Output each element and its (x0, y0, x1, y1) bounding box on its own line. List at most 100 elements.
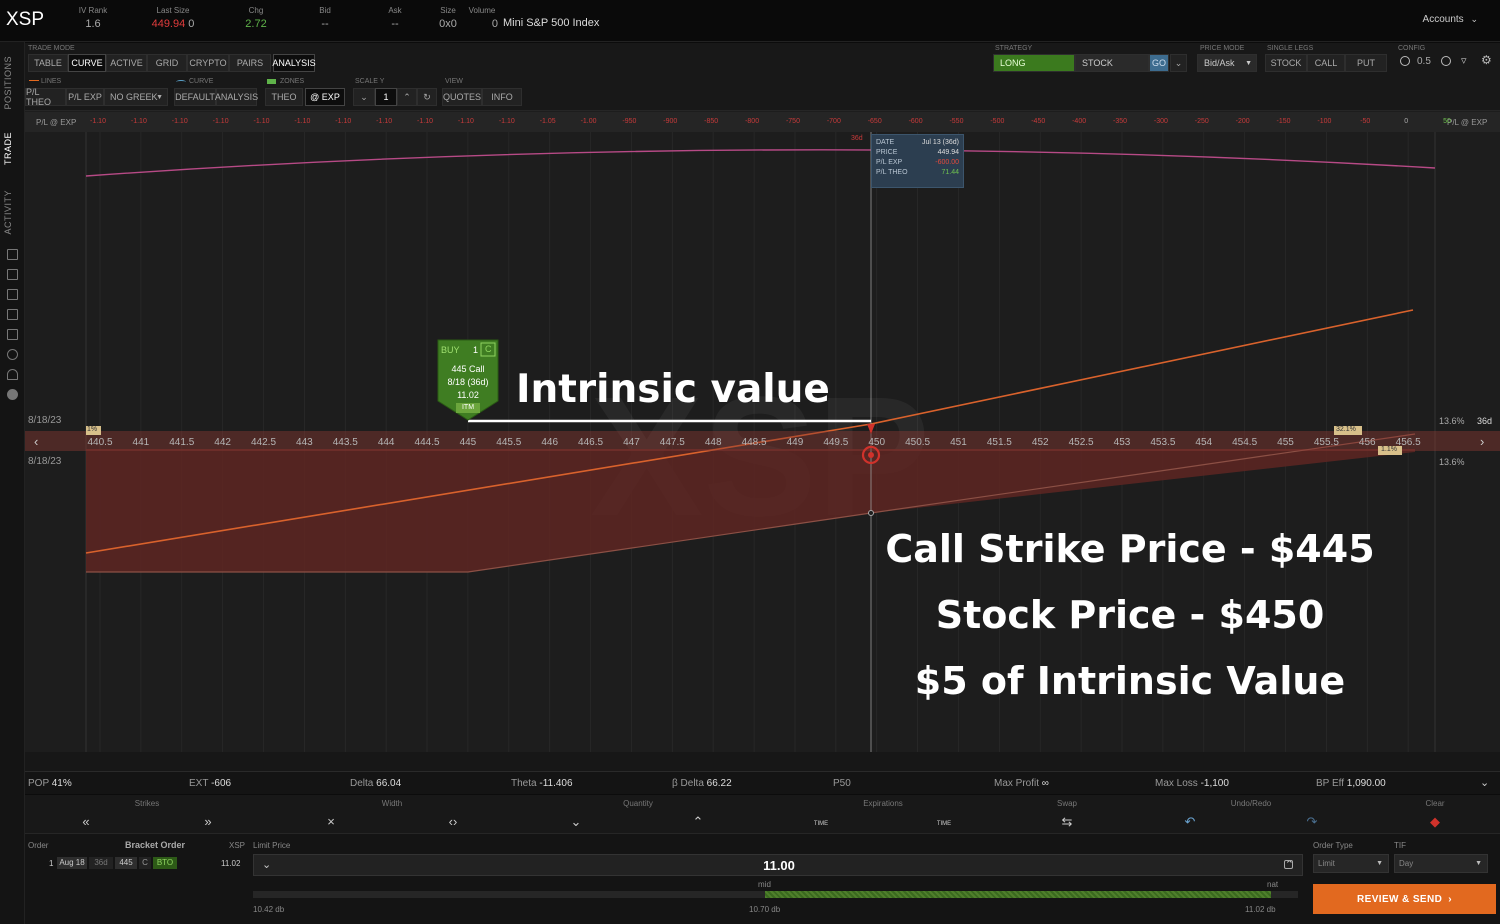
strike-label[interactable]: 451.5 (987, 437, 1012, 448)
order-type-select[interactable]: Limit ▼ (1313, 854, 1389, 873)
strike-label[interactable]: 456.5 (1396, 437, 1421, 448)
stat-value: 41% (51, 778, 72, 789)
strike-label[interactable]: 444 (378, 437, 395, 448)
strike-label[interactable]: 442 (214, 437, 231, 448)
strike-label[interactable]: 440.5 (87, 437, 112, 448)
strike-label[interactable]: 448 (705, 437, 722, 448)
price-high-db: 11.02 db (1245, 905, 1276, 914)
price-low-db: 10.42 db (253, 905, 285, 914)
strike-label[interactable]: 449.5 (823, 437, 848, 448)
control-swap-label: Swap (1056, 799, 1078, 808)
annotation-stock-price: Stock Price - $450 (935, 593, 1325, 637)
strike-label[interactable]: 456 (1359, 437, 1376, 448)
quantity-down-icon[interactable]: ⌄ (571, 814, 582, 830)
strike-label[interactable]: 447 (623, 437, 640, 448)
width-narrow-icon[interactable]: × (327, 814, 335, 829)
strike-label[interactable]: 455 (1277, 437, 1294, 448)
strike-label[interactable]: 454 (1195, 437, 1212, 448)
stat-label: β Delta (672, 778, 704, 789)
nat-label: nat (1267, 880, 1279, 889)
stat-label: POP (28, 778, 49, 789)
lock-icon[interactable] (1284, 860, 1293, 869)
iv-pct-bottom: 13.6% (1439, 457, 1465, 467)
tooltip-value: Jul 13 (36d) (922, 139, 959, 146)
price-tooltip: DATE Jul 13 (36d) PRICE 449.94 P/L EXP -600… (871, 134, 964, 188)
expiration-back-icon[interactable]: TIME (814, 821, 828, 827)
limit-price-input[interactable]: ⌄ 11.00 ⌃ (253, 854, 1303, 876)
tif-select[interactable]: Day ▼ (1394, 854, 1488, 873)
eraser-icon[interactable]: ◆ (1430, 814, 1440, 830)
leg-type[interactable]: C (139, 857, 151, 869)
stat-value: 66.22 (706, 778, 732, 789)
strike-label[interactable]: 444.5 (415, 437, 440, 448)
leg-qty[interactable]: 1 (49, 859, 53, 868)
undo-icon[interactable]: ↶ (1185, 814, 1196, 830)
strikes-up-icon[interactable]: » (204, 814, 211, 829)
strike-label[interactable]: 450 (868, 437, 885, 448)
strike-label[interactable]: 452 (1032, 437, 1049, 448)
control-strikes-label: Strikes (134, 799, 160, 808)
order-tag-badge: ITM (461, 404, 475, 411)
stat-value: -11.406 (539, 778, 573, 789)
strike-label[interactable]: 447.5 (660, 437, 685, 448)
strike-label[interactable]: 441 (133, 437, 150, 448)
stat-delta: Delta 66.04 (350, 778, 401, 789)
strike-label[interactable]: 443.5 (333, 437, 358, 448)
strike-label[interactable]: 448.5 (742, 437, 767, 448)
order-label: Order (28, 841, 49, 850)
strike-label[interactable]: 451 (950, 437, 967, 448)
width-widen-icon[interactable]: ‹› (449, 814, 458, 829)
strike-label[interactable]: 442.5 (251, 437, 276, 448)
review-send-label: REVIEW & SEND (1357, 893, 1443, 905)
strike-label[interactable]: 449 (787, 437, 804, 448)
stat-beta-delta: β Delta 66.22 (672, 778, 732, 789)
strikes-down-icon[interactable]: « (82, 814, 89, 829)
leg-strike[interactable]: 445 (115, 857, 137, 869)
strike-label[interactable]: 443 (296, 437, 313, 448)
app-window: XSP IV Rank 1.6 Last Size 449.94 0 Chg 2… (0, 0, 1500, 924)
price-mid-db: 10.70 db (749, 905, 781, 914)
leg-price: 11.02 (221, 859, 241, 868)
order-tag[interactable]: BUY 1 C 445 Call 8/18 (36d) 11.02 ITM (438, 340, 498, 416)
leg-action[interactable]: BTO (153, 857, 177, 869)
strike-label[interactable]: 453 (1114, 437, 1131, 448)
review-send-button[interactable]: REVIEW & SEND › (1313, 884, 1496, 914)
stat-pop: POP 41% (28, 778, 72, 789)
quantity-up-icon[interactable]: ⌃ (693, 814, 704, 830)
strike-label[interactable]: 445 (460, 437, 477, 448)
expiry-date-top: 8/18/23 (28, 415, 62, 426)
tooltip-row: P/L THEO 71.44 (876, 168, 959, 178)
order-tag-line1: 445 Call (451, 364, 485, 374)
leg-dte: 36d (89, 857, 113, 869)
stat-value: -606 (211, 778, 232, 789)
days-top-label: 36d (851, 135, 863, 142)
strike-label[interactable]: 454.5 (1232, 437, 1257, 448)
expand-stats-icon[interactable]: ⌄ (1480, 776, 1489, 789)
price-slider[interactable] (253, 891, 1298, 898)
annotation-strike: Call Strike Price - $445 (885, 527, 1375, 571)
expiration-forward-icon[interactable]: TIME (937, 821, 951, 827)
tif-label: TIF (1394, 841, 1406, 850)
strike-label[interactable]: 441.5 (169, 437, 194, 448)
mid-label: mid (758, 880, 771, 889)
strike-label[interactable]: 453.5 (1150, 437, 1175, 448)
tooltip-row: PRICE 449.94 (876, 148, 959, 158)
strike-label[interactable]: 455.5 (1314, 437, 1339, 448)
strike-label[interactable]: 452.5 (1069, 437, 1094, 448)
strike-label[interactable]: 446.5 (578, 437, 603, 448)
stat-label: Delta (350, 778, 374, 789)
swap-icon[interactable]: ⇆ (1062, 814, 1073, 830)
leg-expiry[interactable]: Aug 18 (57, 857, 87, 869)
bracket-order-label[interactable]: Bracket Order (125, 840, 185, 850)
tooltip-row: DATE Jul 13 (36d) (876, 138, 959, 148)
stat-label: Max Profit (994, 778, 1040, 789)
strike-label[interactable]: 445.5 (496, 437, 521, 448)
expiry-date-bottom: 8/18/23 (28, 456, 62, 467)
strike-label[interactable]: 450.5 (905, 437, 930, 448)
price-target-dot (868, 452, 874, 458)
control-undo-redo-label: Undo/Redo (1230, 799, 1272, 808)
strike-label[interactable]: 446 (541, 437, 558, 448)
order-symbol: XSP (229, 841, 246, 850)
redo-icon[interactable]: ↷ (1307, 814, 1318, 830)
order-type-label: Order Type (1313, 841, 1353, 850)
